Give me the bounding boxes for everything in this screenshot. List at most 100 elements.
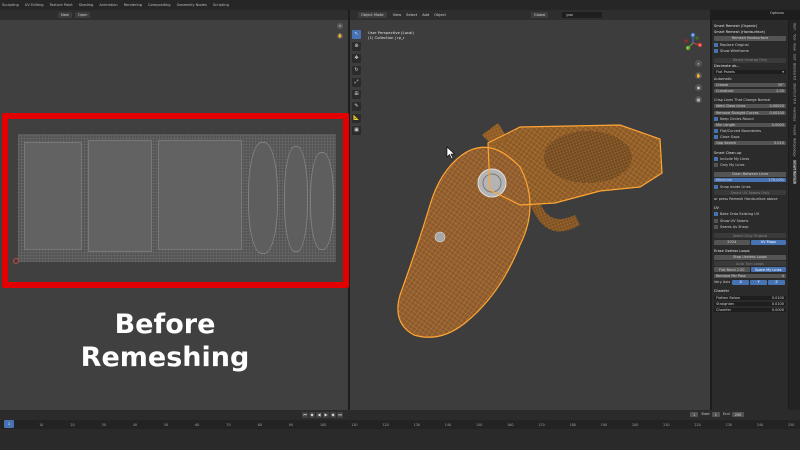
workspace-tab[interactable]: Scripting xyxy=(213,3,229,7)
menu-object[interactable]: Object xyxy=(434,13,446,17)
zoom-icon[interactable]: ⌕ xyxy=(695,60,702,67)
checkbox[interactable] xyxy=(714,212,718,217)
prev-key-icon[interactable]: ◆ xyxy=(309,412,315,418)
section-title[interactable]: Chamfer xyxy=(714,289,729,293)
section-title[interactable]: Decimate ab... xyxy=(714,64,740,68)
number-field[interactable]: Straighten 0.0100 xyxy=(714,301,786,306)
section-title[interactable]: Smart Remesh (Organic) xyxy=(714,24,757,28)
section-title[interactable]: Erase Useless Loops xyxy=(714,249,750,253)
panel-button[interactable]: Flat Bend 2.50 xyxy=(714,267,750,273)
panel-button[interactable]: Clean Between Lines xyxy=(714,171,786,177)
sidebar-tab[interactable]: HardOps xyxy=(793,107,797,121)
options-dropdown[interactable]: Options xyxy=(770,11,784,15)
workspace-tab[interactable]: Rendering xyxy=(124,3,142,7)
panel-button[interactable]: 2024 xyxy=(714,239,750,245)
search-input[interactable]: gun xyxy=(562,12,603,18)
sidebar-tab[interactable]: Shortcut VUr xyxy=(793,83,797,104)
menu-add[interactable]: Add xyxy=(422,13,429,17)
workspace-tab[interactable]: Shading xyxy=(79,3,94,7)
start-frame-field[interactable]: 1 xyxy=(711,412,721,417)
camera-icon[interactable]: ◉ xyxy=(695,84,702,91)
playhead[interactable]: 1 xyxy=(4,420,14,428)
add-cube-tool-icon[interactable]: ▣ xyxy=(352,126,361,135)
cursor-tool-icon[interactable]: ⊕ xyxy=(352,42,361,51)
revolver-model[interactable] xyxy=(370,95,670,355)
sidebar-tab[interactable]: BlenderKit xyxy=(793,63,797,80)
sidebar-tab[interactable]: Tool xyxy=(793,34,797,40)
new-image-button[interactable]: New xyxy=(58,12,72,18)
transform-tool-icon[interactable]: ⊞ xyxy=(352,90,361,99)
panel-button[interactable]: Smart UV Seams Only xyxy=(714,190,786,196)
play-reverse-icon[interactable]: ◀ xyxy=(316,412,322,418)
jump-end-icon[interactable]: ⏭ xyxy=(337,412,343,418)
section-title[interactable]: UV xyxy=(714,206,719,210)
workspace-tab[interactable]: UV Editing xyxy=(25,3,44,7)
current-frame-field[interactable]: 1 xyxy=(690,412,699,417)
workspace-tab[interactable]: Texture Paint xyxy=(50,3,73,7)
checkbox[interactable] xyxy=(714,116,718,121)
panel-button[interactable]: Smart Unwrap Only xyxy=(714,57,786,63)
play-icon[interactable]: ▶ xyxy=(323,412,329,418)
panel-button[interactable]: Stop Useless Loops xyxy=(714,254,786,260)
number-field[interactable]: Chamfer 0.0000 xyxy=(714,307,786,312)
pan-hand-icon[interactable]: ✋ xyxy=(695,72,702,79)
axis-toggle[interactable]: X xyxy=(732,279,750,285)
navigation-gizmo[interactable]: X Y Z xyxy=(682,32,704,54)
number-field[interactable]: Weld Close Lines 0.00020 xyxy=(714,104,786,109)
axis-toggle[interactable]: Z xyxy=(768,279,785,285)
zoom-icon[interactable]: ⌕ xyxy=(337,23,343,29)
checkbox[interactable] xyxy=(714,218,718,223)
panel-button[interactable]: UV Maps xyxy=(750,239,786,245)
checkbox[interactable] xyxy=(714,135,718,140)
sidebar-tab[interactable]: Item xyxy=(793,23,797,31)
timeline-ruler[interactable]: 0102030405060708090100110120130140150160… xyxy=(0,420,800,429)
workspace-tab[interactable]: Animation xyxy=(99,3,117,7)
axis-toggle[interactable]: Y xyxy=(750,279,768,285)
number-field[interactable]: Minimum 176.00% xyxy=(714,178,786,183)
panel-button[interactable]: Auto Turn Loops xyxy=(714,261,786,267)
workspace-tab[interactable]: Compositing xyxy=(148,3,171,7)
number-field[interactable]: Flatten Below 0.0100 xyxy=(714,295,786,300)
checkbox[interactable] xyxy=(714,129,718,134)
sidebar-tab[interactable]: Retopology xyxy=(793,138,797,157)
sidebar-tab[interactable]: Edit xyxy=(793,54,797,60)
next-key-icon[interactable]: ◆ xyxy=(330,412,336,418)
checkbox[interactable] xyxy=(714,42,718,47)
timeline-track[interactable] xyxy=(0,429,800,450)
number-field[interactable]: Gap Search 0.010 xyxy=(714,141,786,146)
section-title[interactable]: Smart Remesh (Hardsurface) xyxy=(714,30,765,34)
checkbox[interactable] xyxy=(714,156,718,161)
pan-hand-icon[interactable]: ✋ xyxy=(337,33,343,39)
section-title[interactable]: Smart Clean-up xyxy=(714,151,741,155)
checkbox[interactable] xyxy=(714,163,718,168)
number-field[interactable]: Crease 30° xyxy=(714,82,786,87)
menu-select[interactable]: Select xyxy=(406,13,417,17)
number-field[interactable]: Remove Per Pass 4 xyxy=(714,274,786,279)
open-image-button[interactable]: Open xyxy=(74,12,91,18)
workspace-tab[interactable]: Sculpting xyxy=(2,3,19,7)
2d-cursor-icon[interactable] xyxy=(13,258,19,264)
panel-dropdown[interactable]: Flat Panels ▾ xyxy=(714,70,786,75)
grid-icon[interactable]: ▦ xyxy=(695,96,702,103)
orientation-dropdown[interactable]: Global xyxy=(530,12,549,18)
end-frame-field[interactable]: 250 xyxy=(731,412,745,417)
number-field[interactable]: Remove Straight Curves 0.00100 xyxy=(714,110,786,115)
workspace-tab[interactable]: Geometry Nodes xyxy=(177,3,207,7)
scale-tool-icon[interactable]: ⤢ xyxy=(352,78,361,87)
select-tool-icon[interactable]: ↖ xyxy=(352,30,361,39)
number-field[interactable]: Min Length 0.0000 xyxy=(714,122,786,127)
mode-dropdown[interactable]: Object Mode xyxy=(358,12,387,18)
checkbox[interactable] xyxy=(714,48,718,53)
sidebar-tab[interactable]: View xyxy=(793,43,797,51)
rotate-tool-icon[interactable]: ↻ xyxy=(352,66,361,75)
checkbox[interactable] xyxy=(714,184,718,189)
checkbox[interactable] xyxy=(714,224,718,229)
measure-tool-icon[interactable]: 📐 xyxy=(352,114,361,123)
sidebar-tab[interactable]: Smart Remesh xyxy=(792,159,797,184)
annotate-tool-icon[interactable]: ✎ xyxy=(352,102,361,111)
jump-start-icon[interactable]: ⏮ xyxy=(302,412,308,418)
menu-view[interactable]: View xyxy=(393,13,402,17)
panel-button[interactable]: Remesh Hardsurface xyxy=(714,35,786,41)
number-field[interactable]: Curvature 2.00 xyxy=(714,88,786,93)
move-tool-icon[interactable]: ✥ xyxy=(352,54,361,63)
